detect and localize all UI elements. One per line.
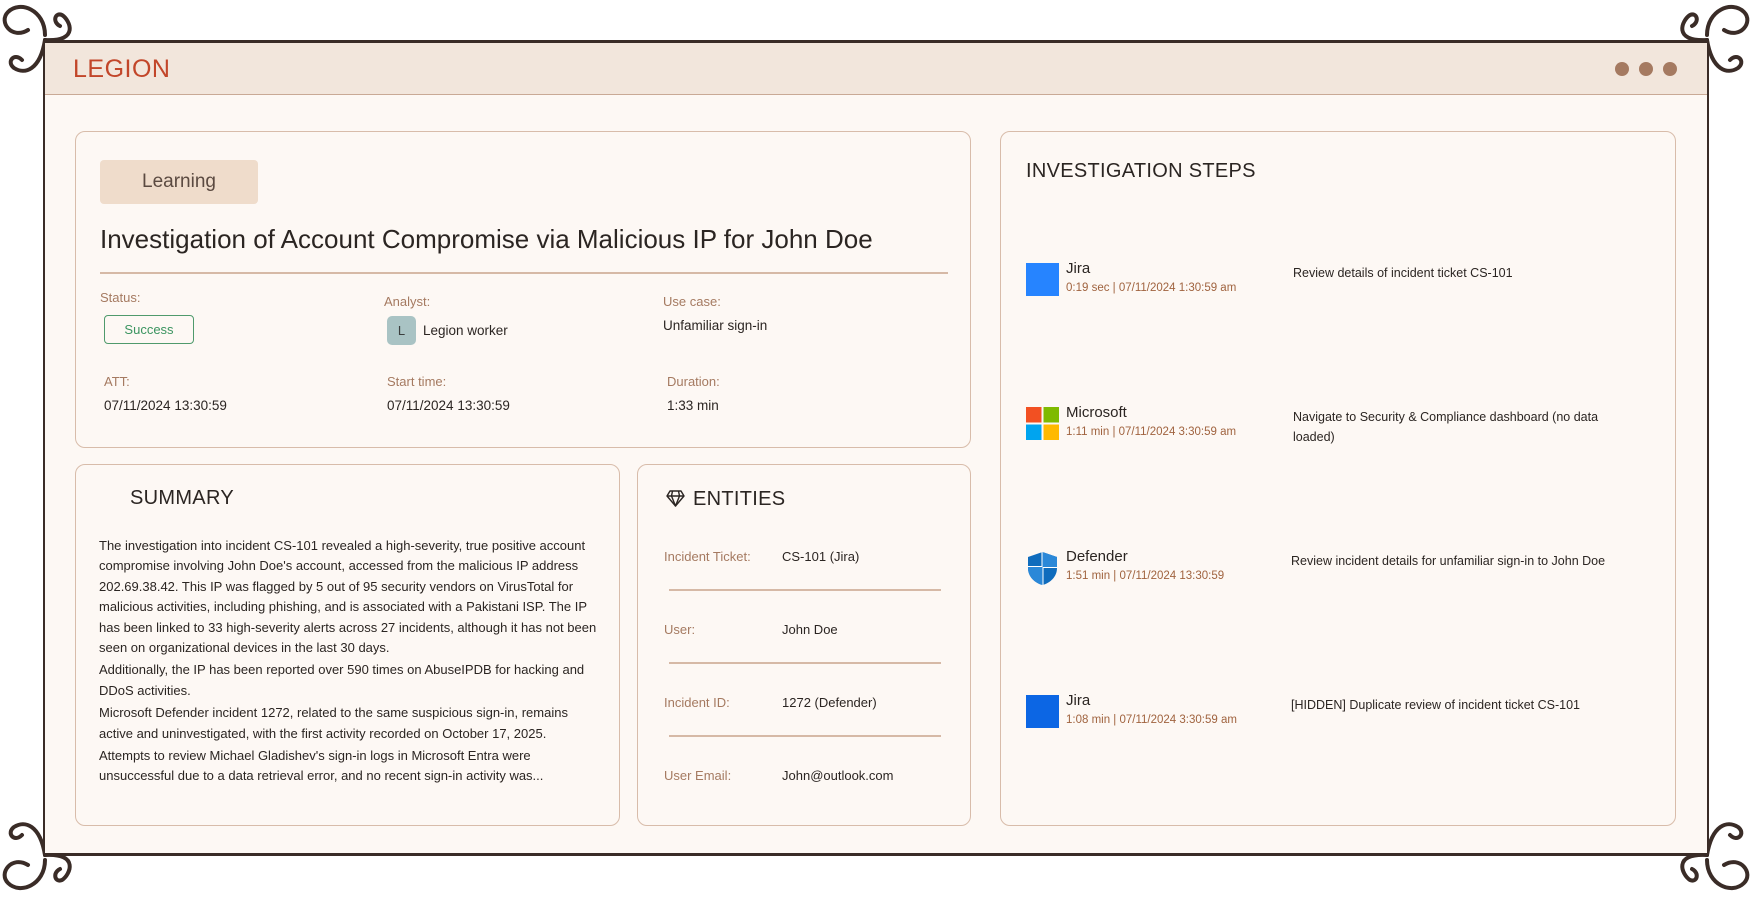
- investigation-title: Investigation of Account Compromise via …: [100, 224, 873, 254]
- step-app-name: Jira: [1066, 260, 1091, 277]
- dot-icon[interactable]: [1615, 62, 1629, 76]
- entity-row: Incident Ticket: CS-101 (Jira): [664, 549, 941, 620]
- investigation-steps-card: INVESTIGATION STEPS Jira 0:19 sec | 07/1…: [1000, 131, 1676, 826]
- window-menu-dots[interactable]: [1615, 62, 1677, 76]
- step-item[interactable]: Defender 1:51 min | 07/11/2024 13:30:59 …: [1026, 548, 1646, 608]
- use-case-value: Unfamiliar sign-in: [663, 318, 768, 333]
- summary-paragraph: Attempts to review Michael Gladishev's s…: [99, 748, 544, 784]
- jira-icon: [1026, 695, 1059, 728]
- entities-card: ENTITIES Incident Ticket: CS-101 (Jira) …: [637, 464, 971, 826]
- step-timestamp: 0:19 sec | 07/11/2024 1:30:59 am: [1066, 282, 1237, 294]
- step-description: Review incident details for unfamiliar s…: [1291, 554, 1606, 568]
- status-label: Status:: [100, 290, 141, 305]
- step-item[interactable]: Microsoft 1:11 min | 07/11/2024 3:30:59 …: [1026, 404, 1646, 464]
- entity-label: User Email:: [664, 768, 732, 783]
- microsoft-icon: [1026, 407, 1059, 440]
- divider: [669, 662, 941, 664]
- step-item[interactable]: Jira 0:19 sec | 07/11/2024 1:30:59 am Re…: [1026, 260, 1646, 320]
- step-app-name: Defender: [1066, 548, 1128, 565]
- divider: [100, 272, 948, 274]
- entity-row: User: John Doe: [664, 622, 941, 693]
- summary-title: SUMMARY: [130, 487, 234, 509]
- entity-label: Incident ID:: [664, 695, 730, 710]
- entity-value[interactable]: John@outlook.com: [782, 768, 893, 783]
- status-badge: Success: [104, 315, 194, 344]
- analyst-name: Legion worker: [423, 323, 508, 338]
- legion-logo[interactable]: LEGION: [73, 55, 170, 84]
- entity-label: Incident Ticket:: [664, 549, 751, 564]
- divider: [669, 589, 941, 591]
- diamond-icon: [666, 490, 685, 507]
- summary-text: The investigation into incident CS-101 r…: [99, 536, 604, 789]
- category-tag: Learning: [100, 160, 258, 204]
- entity-value[interactable]: 1272 (Defender): [782, 695, 877, 710]
- step-description: Review details of incident ticket CS-101: [1293, 266, 1513, 280]
- duration-label: Duration:: [667, 374, 720, 389]
- step-timestamp: 1:11 min | 07/11/2024 3:30:59 am: [1066, 426, 1237, 438]
- step-timestamp: 1:51 min | 07/11/2024 13:30:59: [1066, 570, 1225, 582]
- dot-icon[interactable]: [1663, 62, 1677, 76]
- use-case-label: Use case:: [663, 294, 721, 309]
- dot-icon[interactable]: [1639, 62, 1653, 76]
- steps-title: INVESTIGATION STEPS: [1026, 160, 1256, 182]
- divider: [669, 735, 941, 737]
- att-label: ATT:: [104, 374, 130, 389]
- step-app-name: Microsoft: [1066, 404, 1127, 421]
- summary-paragraph: Additionally, the IP has been reported o…: [99, 662, 585, 698]
- entity-row: Incident ID: 1272 (Defender): [664, 695, 941, 766]
- att-value: 07/11/2024 13:30:59: [104, 398, 227, 413]
- entity-value[interactable]: CS-101 (Jira): [782, 549, 859, 564]
- start-time-label: Start time:: [387, 374, 447, 389]
- step-description: Navigate to Security & Compliance dashbo…: [1293, 410, 1599, 444]
- start-time-value: 07/11/2024 13:30:59: [387, 398, 510, 413]
- entity-value[interactable]: John Doe: [782, 622, 838, 637]
- entities-title: ENTITIES: [693, 488, 786, 510]
- duration-value: 1:33 min: [667, 398, 719, 413]
- investigation-card: Learning Investigation of Account Compro…: [75, 131, 971, 448]
- entity-row: User Email: John@outlook.com: [664, 768, 936, 839]
- defender-shield-icon: [1028, 552, 1057, 585]
- avatar: L: [387, 316, 416, 345]
- jira-icon: [1026, 263, 1059, 296]
- title-bar: LEGION: [45, 43, 1707, 95]
- summary-card: SUMMARY The investigation into incident …: [75, 464, 620, 826]
- step-item[interactable]: Jira 1:08 min | 07/11/2024 3:30:59 am [H…: [1026, 692, 1646, 752]
- step-description: [HIDDEN] Duplicate review of incident ti…: [1291, 698, 1581, 712]
- step-timestamp: 1:08 min | 07/11/2024 3:30:59 am: [1066, 714, 1237, 726]
- app-window: LEGION Learning Investigation of Account…: [45, 40, 1707, 856]
- entity-label: User:: [664, 622, 696, 637]
- summary-paragraph: The investigation into incident CS-101 r…: [99, 538, 597, 656]
- analyst-label: Analyst:: [384, 294, 431, 309]
- summary-paragraph: Microsoft Defender incident 1272, relate…: [99, 705, 568, 741]
- step-app-name: Jira: [1066, 692, 1091, 709]
